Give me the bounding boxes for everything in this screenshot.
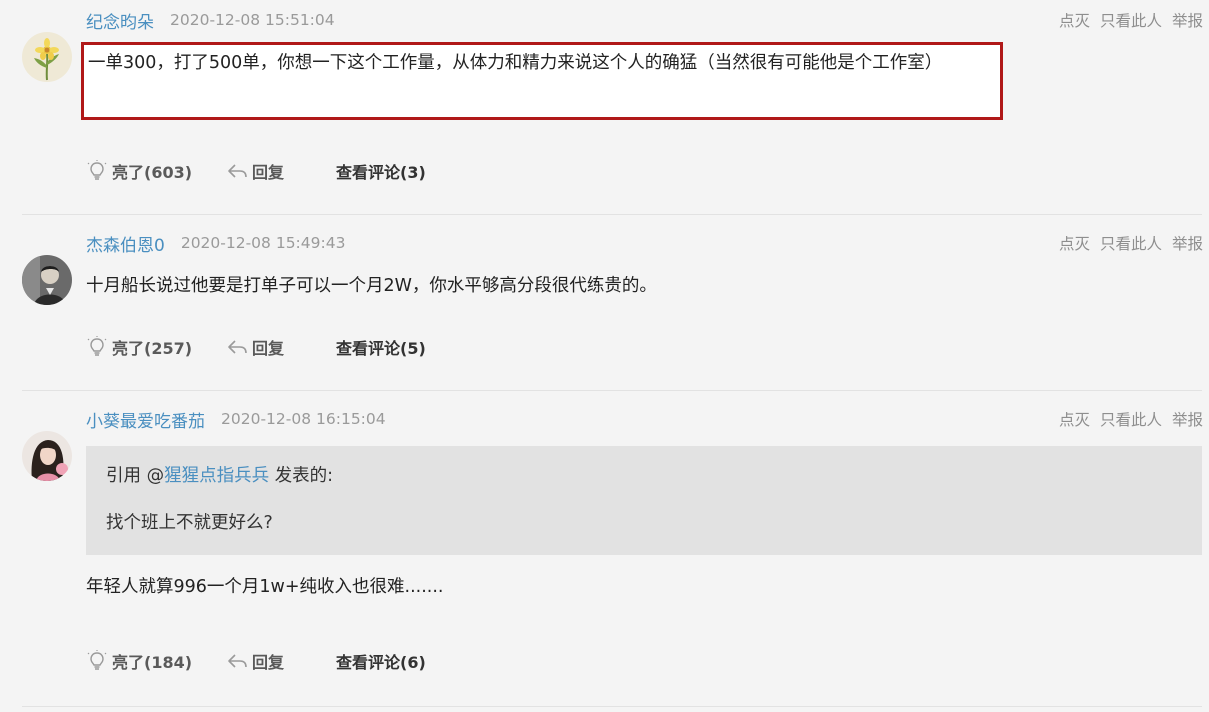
comment-text: 一单300，打了500单，你想一下这个工作量，从体力和精力来说这个人的确猛（当然… xyxy=(88,53,943,73)
quote-text: 找个班上不就更好么? xyxy=(106,513,273,533)
like-label: 亮了(257) xyxy=(112,339,193,358)
quote-block: 引用 @猩猩点指兵兵 发表的: 找个班上不就更好么? xyxy=(86,446,1202,555)
username-link[interactable]: 纪念昀朵 xyxy=(86,8,154,33)
username-link[interactable]: 小葵最爱吃番茄 xyxy=(86,407,205,432)
view-comments-link[interactable]: 查看评论(5) xyxy=(336,335,426,359)
comment-actions: 亮了(257) 回复 查看评论(5) xyxy=(86,334,426,360)
divider xyxy=(22,706,1202,707)
person-avatar-icon xyxy=(22,255,72,305)
view-comments-label: 查看评论(6) xyxy=(336,653,426,672)
quoted-user-link[interactable]: 猩猩点指兵兵 xyxy=(164,466,269,486)
reply-label: 回复 xyxy=(252,163,285,182)
report-link[interactable]: 举报 xyxy=(1172,9,1203,31)
comment-time: 2020-12-08 15:51:04 xyxy=(170,11,335,29)
only-this-user-link[interactable]: 只看此人 xyxy=(1100,408,1162,430)
dislike-link[interactable]: 点灭 xyxy=(1059,408,1090,430)
reply-button[interactable]: 回复 xyxy=(226,335,336,359)
comment-actions: 亮了(184) 回复 查看评论(6) xyxy=(86,648,426,674)
girl-avatar-icon xyxy=(22,431,72,481)
quote-prefix: 引用 @ xyxy=(106,466,165,486)
reply-button[interactable]: 回复 xyxy=(226,649,336,673)
quote-suffix: 发表的: xyxy=(269,466,334,486)
like-button[interactable]: 亮了(184) xyxy=(86,649,226,673)
reply-arrow-icon xyxy=(228,654,247,668)
reply-button[interactable]: 回复 xyxy=(226,159,336,183)
only-this-user-link[interactable]: 只看此人 xyxy=(1100,9,1162,31)
comment-ops: 点灭 只看此人 举报 xyxy=(1049,8,1203,32)
like-label: 亮了(603) xyxy=(112,163,193,182)
comment-header: 纪念昀朵 2020-12-08 15:51:04 xyxy=(86,8,335,33)
comment-1: 纪念昀朵 2020-12-08 15:51:04 点灭 只看此人 举报 一单30… xyxy=(0,0,1209,214)
comment-header: 小葵最爱吃番茄 2020-12-08 16:15:04 xyxy=(86,407,386,432)
comment-time: 2020-12-08 15:49:43 xyxy=(180,234,346,252)
reply-arrow-icon xyxy=(228,340,247,354)
dislike-link[interactable]: 点灭 xyxy=(1059,232,1090,254)
comment-time: 2020-12-08 16:15:04 xyxy=(221,410,386,428)
quote-header: 引用 @猩猩点指兵兵 发表的: xyxy=(106,462,333,487)
report-link[interactable]: 举报 xyxy=(1172,408,1203,430)
reply-label: 回复 xyxy=(252,339,285,358)
avatar[interactable] xyxy=(22,32,72,82)
dislike-link[interactable]: 点灭 xyxy=(1059,9,1090,31)
comment-text: 年轻人就算996一个月1w+纯收入也很难....... xyxy=(86,577,444,597)
lightbulb-icon xyxy=(87,160,107,180)
comment-text: 十月船长说过他要是打单子可以一个月2W，你水平够高分段很代练贵的。 xyxy=(86,276,657,296)
comment-ops: 点灭 只看此人 举报 xyxy=(1049,407,1203,431)
username-link[interactable]: 杰森伯恩0 xyxy=(86,231,165,256)
highlight-box: 一单300，打了500单，你想一下这个工作量，从体力和精力来说这个人的确猛（当然… xyxy=(81,42,1003,120)
view-comments-label: 查看评论(3) xyxy=(336,163,426,182)
comment-actions: 亮了(603) 回复 查看评论(3) xyxy=(86,158,426,184)
reply-label: 回复 xyxy=(252,653,285,672)
like-label: 亮了(184) xyxy=(112,653,193,672)
report-link[interactable]: 举报 xyxy=(1172,232,1203,254)
comment-ops: 点灭 只看此人 举报 xyxy=(1049,231,1203,255)
view-comments-link[interactable]: 查看评论(6) xyxy=(336,649,426,673)
view-comments-label: 查看评论(5) xyxy=(336,339,426,358)
like-button[interactable]: 亮了(603) xyxy=(86,159,226,183)
view-comments-link[interactable]: 查看评论(3) xyxy=(336,159,426,183)
avatar[interactable] xyxy=(22,431,72,481)
reply-arrow-icon xyxy=(228,164,247,178)
only-this-user-link[interactable]: 只看此人 xyxy=(1100,232,1162,254)
lightbulb-icon xyxy=(87,650,107,670)
flower-avatar-icon xyxy=(22,32,72,82)
lightbulb-icon xyxy=(87,336,107,356)
comment-2: 杰森伯恩0 2020-12-08 15:49:43 点灭 只看此人 举报 十月船… xyxy=(0,215,1209,390)
avatar[interactable] xyxy=(22,255,72,305)
comment-header: 杰森伯恩0 2020-12-08 15:49:43 xyxy=(86,231,346,256)
like-button[interactable]: 亮了(257) xyxy=(86,335,226,359)
